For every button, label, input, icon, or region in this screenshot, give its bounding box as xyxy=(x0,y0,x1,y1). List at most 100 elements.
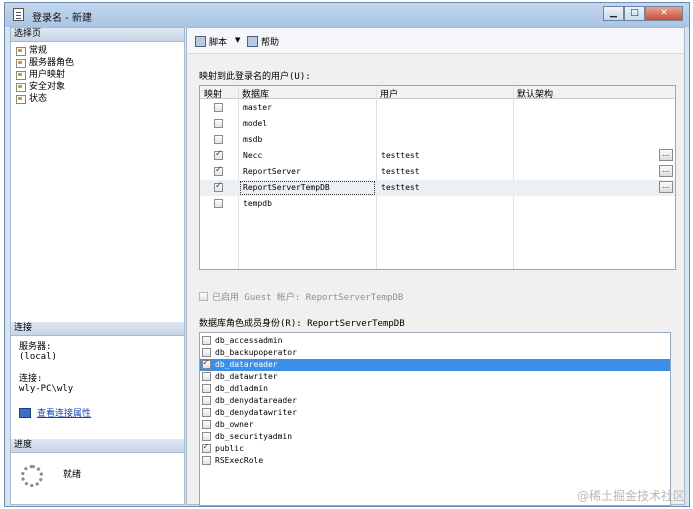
role-name: public xyxy=(215,444,244,453)
role-checkbox[interactable] xyxy=(202,358,211,369)
grid-row[interactable]: master xyxy=(200,100,675,116)
grid-row[interactable]: msdb xyxy=(200,132,675,148)
role-checkbox[interactable] xyxy=(202,396,211,405)
database-cell: Necc xyxy=(243,151,263,160)
grid-row-selected[interactable]: ReportServerTempDB testtest ... xyxy=(200,180,675,196)
guest-account-option: 已启用 Guest 帐户: ReportServerTempDB xyxy=(199,290,403,303)
browse-user-button[interactable]: ... xyxy=(659,181,673,193)
database-cell: msdb xyxy=(243,135,263,144)
title-bar[interactable]: 登录名 - 新建 ▁ □ ✕ xyxy=(5,3,689,27)
map-checkbox-reportservertempdb[interactable] xyxy=(214,181,223,192)
map-checkbox-reportserver[interactable] xyxy=(214,165,223,176)
role-name: db_securityadmin xyxy=(215,432,293,441)
list-item[interactable]: db_denydatareader xyxy=(200,395,670,407)
nav-item-server-roles[interactable]: 服务器角色 xyxy=(16,58,74,69)
progress-spinner-icon xyxy=(21,465,43,487)
view-connection-properties-link[interactable]: 查看连接属性 xyxy=(19,406,91,419)
map-checkbox-tempdb[interactable] xyxy=(214,199,223,208)
column-header-default-schema[interactable]: 默认架构 xyxy=(517,87,553,100)
watermark: @稀土掘金技术社区 xyxy=(576,489,685,503)
properties-icon xyxy=(19,407,31,418)
map-checkbox-master[interactable] xyxy=(214,103,223,112)
browse-user-button[interactable]: ... xyxy=(659,165,673,177)
list-item[interactable]: db_accessadmin xyxy=(200,335,670,347)
map-checkbox-model[interactable] xyxy=(214,119,223,128)
database-cell: ReportServer xyxy=(243,167,301,176)
map-checkbox-necc[interactable] xyxy=(214,149,223,160)
role-checkbox[interactable] xyxy=(202,372,211,381)
role-checkbox[interactable] xyxy=(202,336,211,345)
link-label: 查看连接属性 xyxy=(37,409,92,419)
column-header-mapped[interactable]: 映射 xyxy=(204,87,222,100)
help-icon xyxy=(247,36,258,47)
list-item[interactable]: db_owner xyxy=(200,419,670,431)
column-header-database[interactable]: 数据库 xyxy=(242,87,269,100)
nav-label: 安全对象 xyxy=(29,82,66,92)
grid-row[interactable]: tempdb xyxy=(200,196,675,212)
document-icon xyxy=(13,8,24,21)
server-label: 服务器: xyxy=(19,342,52,352)
nav-item-status[interactable]: 状态 xyxy=(16,94,47,105)
user-cell[interactable]: testtest xyxy=(381,167,420,176)
browse-user-button[interactable]: ... xyxy=(659,149,673,161)
grid-row[interactable]: ReportServer testtest ... xyxy=(200,164,675,180)
role-name: db_datawriter xyxy=(215,372,278,381)
role-checkbox[interactable] xyxy=(202,442,211,453)
grid-row[interactable]: model xyxy=(200,116,675,132)
maximize-button[interactable]: □ xyxy=(624,6,645,21)
nav-item-user-mapping[interactable]: 用户映射 xyxy=(16,70,65,81)
role-name: db_ddladmin xyxy=(215,384,268,393)
page-icon xyxy=(16,83,26,92)
server-value: (local) xyxy=(19,352,57,362)
grid-row[interactable]: Necc testtest ... xyxy=(200,148,675,164)
minimize-button[interactable]: ▁ xyxy=(603,6,624,21)
mapping-label: 映射到此登录名的用户(U): xyxy=(199,72,311,82)
close-button[interactable]: ✕ xyxy=(645,6,683,21)
help-button[interactable]: 帮助 xyxy=(247,35,279,48)
nav-label: 用户映射 xyxy=(29,70,66,80)
nav-item-securables[interactable]: 安全对象 xyxy=(16,82,65,93)
progress-status: 就绪 xyxy=(63,470,82,480)
map-checkbox-msdb[interactable] xyxy=(214,135,223,144)
column-header-user[interactable]: 用户 xyxy=(380,87,398,100)
nav-item-general[interactable]: 常规 xyxy=(16,46,47,57)
window-title: 登录名 - 新建 xyxy=(32,13,92,24)
user-mapping-grid[interactable]: 映射 数据库 用户 默认架构 master model msdb ✓ Necc … xyxy=(199,85,676,270)
role-checkbox[interactable] xyxy=(202,384,211,393)
script-button[interactable]: 脚本 xyxy=(195,35,227,48)
role-checkbox[interactable] xyxy=(202,408,211,417)
list-item[interactable]: RSExecRole xyxy=(200,455,670,467)
list-item[interactable]: db_ddladmin xyxy=(200,383,670,395)
connection-header: 连接 xyxy=(11,322,184,336)
list-item-selected[interactable]: db_datareader xyxy=(200,358,670,371)
user-cell[interactable]: testtest xyxy=(381,183,420,192)
role-checkbox[interactable] xyxy=(202,432,211,441)
script-dropdown-arrow[interactable]: ▼ xyxy=(235,36,240,44)
list-item[interactable]: public xyxy=(200,442,670,455)
roles-label: 数据库角色成员身份(R): ReportServerTempDB xyxy=(199,319,405,329)
role-checkbox[interactable] xyxy=(202,420,211,429)
user-cell[interactable]: testtest xyxy=(381,151,420,160)
page-icon xyxy=(16,95,26,104)
role-name: db_denydatawriter xyxy=(215,408,297,417)
role-name: db_accessadmin xyxy=(215,336,283,345)
page-icon xyxy=(16,59,26,68)
page-icon xyxy=(16,47,26,56)
database-role-list[interactable]: db_accessadmin db_backupoperator db_data… xyxy=(199,332,671,506)
role-checkbox[interactable] xyxy=(202,456,211,465)
role-name: db_backupoperator xyxy=(215,348,297,357)
list-item[interactable]: db_securityadmin xyxy=(200,431,670,443)
grid-header: 映射 数据库 用户 默认架构 xyxy=(200,86,675,100)
guest-label: 已启用 Guest 帐户: ReportServerTempDB xyxy=(212,293,404,303)
list-item[interactable]: db_backupoperator xyxy=(200,347,670,359)
list-item[interactable]: db_datawriter xyxy=(200,371,670,383)
nav-label: 常规 xyxy=(29,46,48,56)
main-panel: 脚本 ▼ 帮助 映射到此登录名的用户(U): 映射 数据库 用户 默认架构 ma… xyxy=(186,27,685,506)
progress-header: 进度 xyxy=(11,439,184,453)
role-name: db_denydatareader xyxy=(215,396,297,405)
connection-value: wly-PC\wly xyxy=(19,384,74,394)
database-cell: model xyxy=(243,119,268,128)
list-item[interactable]: db_denydatawriter xyxy=(200,407,670,419)
role-checkbox[interactable] xyxy=(202,348,211,357)
guest-checkbox xyxy=(199,292,208,301)
